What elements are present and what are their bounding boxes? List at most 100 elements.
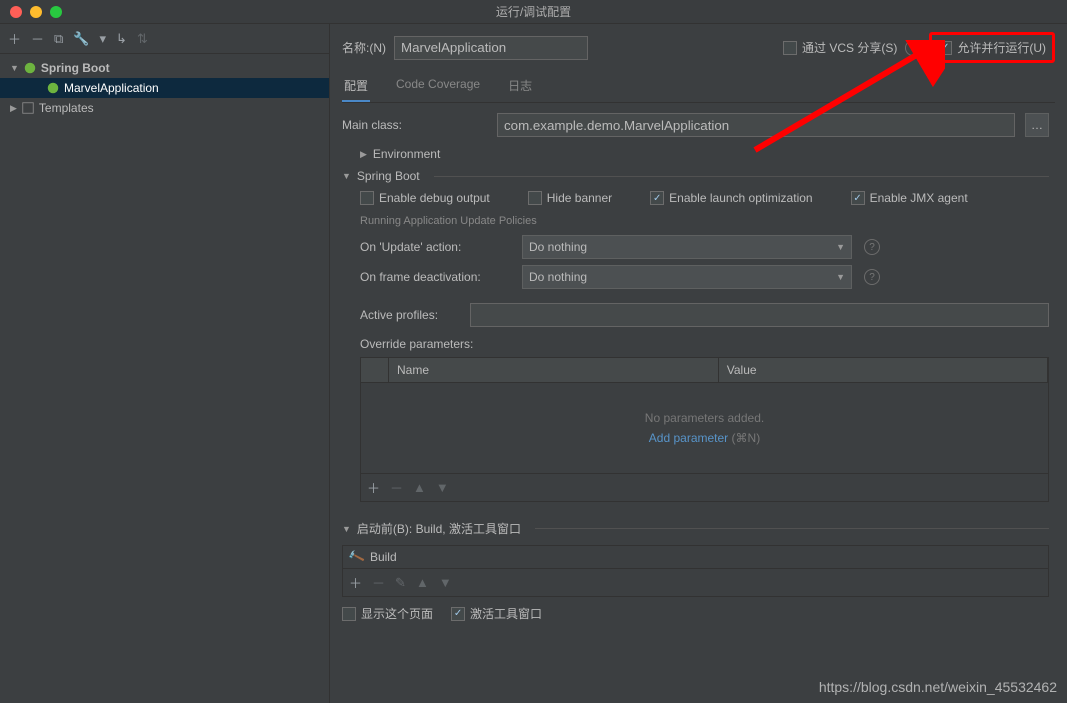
springboot-icon — [46, 81, 60, 95]
checkbox-icon — [342, 607, 356, 621]
handle-col — [361, 358, 389, 382]
separator — [434, 176, 1049, 177]
help-icon[interactable]: ? — [864, 239, 880, 255]
on-frame-select[interactable]: Do nothing ▼ — [522, 265, 852, 289]
active-profiles-input[interactable] — [470, 303, 1049, 327]
browse-button[interactable]: … — [1025, 113, 1049, 137]
shortcut-text: (⌘N) — [732, 431, 761, 445]
hide-banner-checkbox[interactable]: Hide banner — [528, 191, 612, 205]
name-input[interactable] — [394, 36, 588, 60]
checkbox-label: 允许并行运行(U) — [957, 39, 1046, 56]
on-frame-label: On frame deactivation: — [360, 270, 510, 284]
select-value: Do nothing — [529, 240, 587, 254]
add-icon[interactable]: ＋ — [8, 29, 21, 48]
config-tree: ▼ Spring Boot MarvelApplication ▶ Templa… — [0, 54, 329, 122]
details-panel: 名称:(N) 通过 VCS 分享(S) ? 允许并行运行(U) 配置 Code … — [330, 24, 1067, 703]
checkbox-icon — [938, 41, 952, 55]
sort-icon[interactable]: ⇅ — [137, 31, 148, 47]
checkbox-icon — [360, 191, 374, 205]
checkbox-label: 激活工具窗口 — [470, 605, 542, 622]
tree-node-app[interactable]: MarvelApplication — [0, 78, 329, 98]
expand-icon: ▶ — [10, 103, 17, 114]
chevron-down-icon: ▼ — [836, 242, 845, 252]
tree-label: MarvelApplication — [64, 81, 159, 95]
templates-icon — [21, 101, 35, 115]
enable-jmx-checkbox[interactable]: Enable JMX agent — [851, 191, 968, 205]
mainclass-input[interactable] — [497, 113, 1015, 137]
build-icon: 🔨 — [347, 548, 366, 566]
tab-config[interactable]: 配置 — [342, 71, 370, 102]
section-environment[interactable]: ▶ Environment — [360, 147, 1049, 161]
help-icon[interactable]: ? — [864, 269, 880, 285]
section-title: Spring Boot — [357, 169, 420, 183]
tab-coverage[interactable]: Code Coverage — [394, 71, 482, 102]
zoom-window-icon[interactable] — [50, 6, 62, 18]
down-icon[interactable]: ▼ — [436, 480, 449, 495]
name-label: 名称:(N) — [342, 39, 386, 56]
down-icon[interactable]: ▼ — [439, 575, 452, 590]
traffic-lights — [10, 6, 62, 18]
minimize-window-icon[interactable] — [30, 6, 42, 18]
list-item[interactable]: 🔨 Build — [343, 546, 1048, 568]
list-label: Build — [370, 550, 397, 564]
checkbox-icon — [650, 191, 664, 205]
tree-node-springboot[interactable]: ▼ Spring Boot — [0, 58, 329, 78]
checkbox-label: Enable JMX agent — [870, 191, 968, 205]
dropdown-icon[interactable]: ▾ — [100, 31, 107, 47]
tree-label: Spring Boot — [41, 61, 110, 75]
close-window-icon[interactable] — [10, 6, 22, 18]
springboot-icon — [23, 61, 37, 75]
up-icon[interactable]: ▲ — [413, 480, 426, 495]
checkbox-label: Enable launch optimization — [669, 191, 812, 205]
enable-debug-checkbox[interactable]: Enable debug output — [360, 191, 490, 205]
checkbox-label: Hide banner — [547, 191, 612, 205]
before-launch-list: 🔨 Build ＋ － ✎ ▲ ▼ — [342, 545, 1049, 597]
active-profiles-label: Active profiles: — [360, 308, 460, 322]
checkbox-label: 显示这个页面 — [361, 605, 433, 622]
section-title: Environment — [373, 147, 440, 161]
add-parameter-link[interactable]: Add parameter — [649, 431, 728, 445]
activate-tool-checkbox[interactable]: 激活工具窗口 — [451, 605, 542, 622]
section-before-launch[interactable]: ▼ 启动前(B): Build, 激活工具窗口 — [342, 520, 1049, 537]
collapse-icon: ▼ — [342, 524, 351, 534]
help-icon[interactable]: ? — [905, 40, 921, 56]
tree-icon[interactable]: ↳ — [116, 31, 127, 47]
tree-node-templates[interactable]: ▶ Templates — [0, 98, 329, 118]
on-update-select[interactable]: Do nothing ▼ — [522, 235, 852, 259]
edit-icon[interactable]: ✎ — [395, 575, 406, 591]
checkbox-label: 通过 VCS 分享(S) — [802, 39, 897, 56]
expand-icon: ▶ — [360, 149, 367, 160]
tab-logs[interactable]: 日志 — [506, 71, 534, 102]
sidebar-toolbar: ＋ － ⧉ 🔧 ▾ ↳ ⇅ — [0, 24, 329, 54]
mainclass-label: Main class: — [342, 118, 487, 132]
remove-icon[interactable]: － — [372, 573, 385, 592]
allow-parallel-checkbox[interactable]: 允许并行运行(U) — [938, 39, 1046, 56]
section-springboot[interactable]: ▼ Spring Boot — [342, 169, 1049, 183]
th-name: Name — [389, 358, 719, 382]
expand-icon: ▼ — [10, 63, 19, 73]
checkbox-icon — [783, 41, 797, 55]
select-value: Do nothing — [529, 270, 587, 284]
show-page-checkbox[interactable]: 显示这个页面 — [342, 605, 433, 622]
remove-icon[interactable]: － — [390, 478, 403, 497]
titlebar: 运行/调试配置 — [0, 0, 1067, 24]
sidebar: ＋ － ⧉ 🔧 ▾ ↳ ⇅ ▼ Spring Boot MarvelApplic… — [0, 24, 330, 703]
tree-label: Templates — [39, 101, 94, 115]
watermark: https://blog.csdn.net/weixin_45532462 — [819, 679, 1057, 695]
share-vcs-checkbox[interactable]: 通过 VCS 分享(S) — [783, 39, 897, 56]
chevron-down-icon: ▼ — [836, 272, 845, 282]
up-icon[interactable]: ▲ — [416, 575, 429, 590]
enable-launch-checkbox[interactable]: Enable launch optimization — [650, 191, 812, 205]
wrench-icon[interactable]: 🔧 — [73, 31, 89, 47]
checkbox-icon — [528, 191, 542, 205]
section-title: 启动前(B): Build, 激活工具窗口 — [357, 520, 521, 537]
on-update-label: On 'Update' action: — [360, 240, 510, 254]
add-icon[interactable]: ＋ — [367, 478, 380, 497]
checkbox-label: Enable debug output — [379, 191, 490, 205]
add-icon[interactable]: ＋ — [349, 573, 362, 592]
remove-icon[interactable]: － — [31, 29, 44, 48]
tab-bar: 配置 Code Coverage 日志 — [342, 71, 1055, 103]
copy-icon[interactable]: ⧉ — [54, 31, 63, 47]
policies-title: Running Application Update Policies — [360, 215, 1049, 227]
checkbox-icon — [451, 607, 465, 621]
